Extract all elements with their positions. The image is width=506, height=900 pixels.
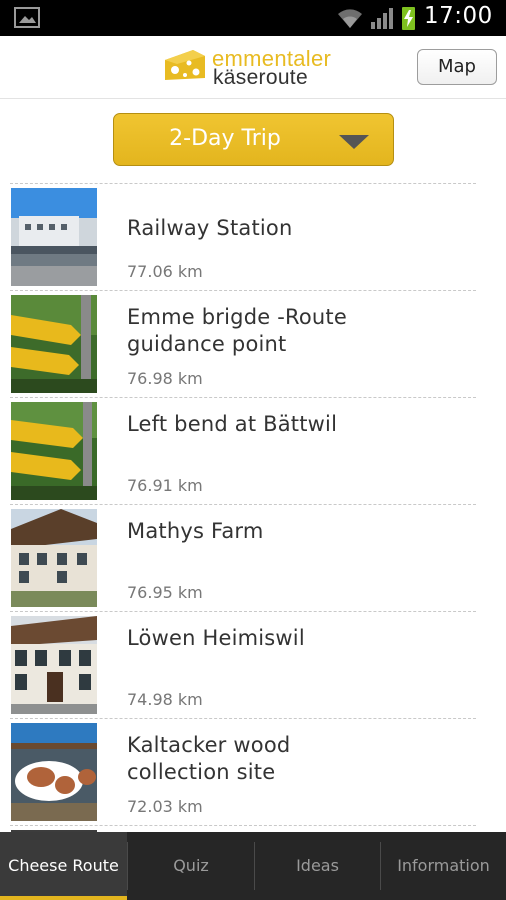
list-item[interactable]: Kaltacker wood collection site 72.03 km: [0, 718, 506, 826]
list-item-title-line: collection site: [127, 760, 276, 784]
list-item-title: Emme brigde -Route guidance point: [127, 304, 427, 358]
cow-photo: [11, 723, 97, 821]
list-item-distance: 77.06 km: [127, 262, 203, 281]
trip-dropdown[interactable]: 2-Day Trip: [113, 113, 394, 166]
list-item-title: Left bend at Bättwil: [127, 411, 427, 438]
inn-photo: [11, 616, 97, 714]
tab-label: Ideas: [296, 856, 339, 875]
active-tab-indicator: [0, 896, 127, 900]
status-time: 17:00: [424, 3, 493, 29]
farmhouse-photo: [11, 509, 97, 607]
tab-information[interactable]: Information: [381, 832, 506, 900]
list-item-title: Mathys Farm: [127, 518, 427, 545]
list-item-title-line: Emme brigde -Route: [127, 305, 347, 329]
status-bar: 17:00: [0, 0, 506, 36]
signpost-photo: [11, 295, 97, 393]
list-item-title: Kaltacker wood collection site: [127, 732, 427, 786]
list-item-title-line: Mathys Farm: [127, 519, 264, 543]
list-divider: [10, 825, 476, 826]
tab-label: Information: [397, 856, 490, 875]
signpost-photo: [11, 402, 97, 500]
list-item-distance: 76.95 km: [127, 583, 203, 602]
trip-dropdown-label: 2-Day Trip: [169, 126, 281, 151]
app-logo: emmentaler käseroute: [163, 46, 353, 89]
tab-quiz[interactable]: Quiz: [128, 832, 254, 900]
list-item-title-line: Left bend at Bättwil: [127, 412, 338, 436]
tab-ideas[interactable]: Ideas: [255, 832, 380, 900]
tab-label: Quiz: [173, 856, 209, 875]
bottom-tab-bar: Cheese Route Quiz Ideas Information: [0, 832, 506, 900]
signal-icon: [371, 8, 393, 29]
list-item-distance: 76.98 km: [127, 369, 203, 388]
list-item-distance: 72.03 km: [127, 797, 203, 816]
tab-cheese-route[interactable]: Cheese Route: [0, 832, 127, 900]
list-item-title-line: guidance point: [127, 332, 287, 356]
list-item[interactable]: Löwen Heimiswil 74.98 km: [0, 611, 506, 719]
list-item-distance: 76.91 km: [127, 476, 203, 495]
list-item-title: Löwen Heimiswil: [127, 625, 427, 652]
list-item-title-line: Railway Station: [127, 216, 293, 240]
wifi-icon: [338, 9, 362, 28]
list-item-title: Railway Station: [127, 215, 427, 242]
tab-label: Cheese Route: [8, 856, 119, 875]
logo-text-line2: käseroute: [213, 66, 308, 89]
list-item[interactable]: Mathys Farm 76.95 km: [0, 504, 506, 612]
image-notification-icon: [14, 7, 40, 28]
list-item[interactable]: Left bend at Bättwil 76.91 km: [0, 397, 506, 505]
map-button[interactable]: Map: [417, 49, 497, 85]
list-item-distance: 74.98 km: [127, 690, 203, 709]
list-item-title-line: Kaltacker wood: [127, 733, 291, 757]
battery-charging-icon: [402, 7, 415, 30]
dropdown-arrow-icon: [339, 135, 369, 149]
railway-station-photo: [11, 188, 97, 286]
list-item-title-line: Löwen Heimiswil: [127, 626, 305, 650]
list-item[interactable]: Railway Station 77.06 km: [0, 183, 506, 291]
cheese-icon: [165, 50, 205, 80]
app-header: emmentaler käseroute Map: [0, 36, 506, 99]
list-item[interactable]: Emme brigde -Route guidance point 76.98 …: [0, 290, 506, 398]
